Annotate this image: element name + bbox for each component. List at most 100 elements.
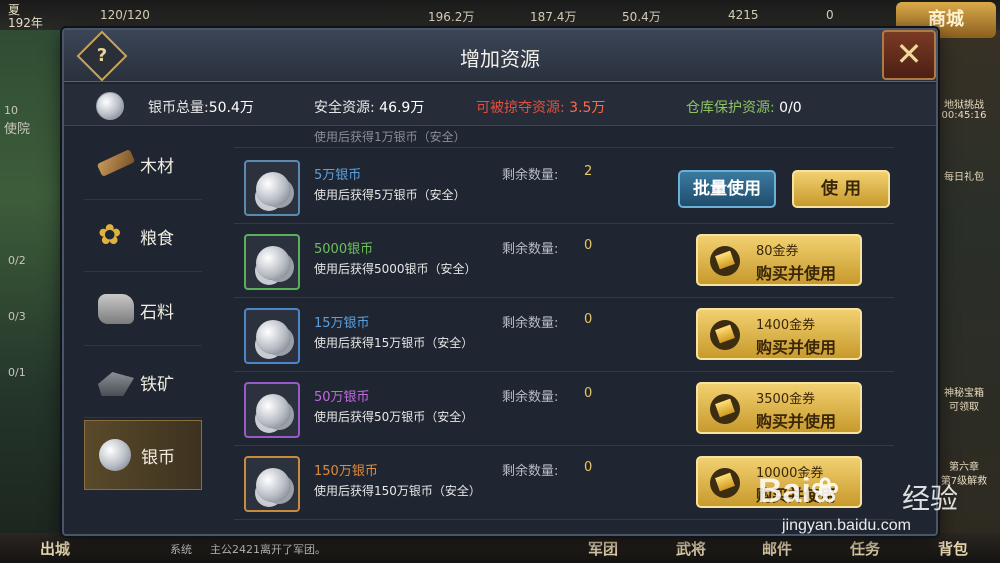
safe-resource-value: 46.9万 (379, 100, 425, 116)
partial-item-desc: 使用后获得1万银币（安全） (314, 130, 466, 144)
item-name: 5万银币 (314, 168, 362, 183)
item-thumbnail (244, 160, 300, 216)
silver-coin-icon (99, 439, 131, 471)
left-badge: 10 (4, 104, 18, 117)
lootable-resource: 可被掠夺资源: 3.5万 (476, 97, 605, 117)
category-stone-label: 石料 (140, 303, 174, 323)
buy-price: 3500金券 (756, 392, 816, 407)
nav-bag[interactable]: 背包 (938, 538, 968, 559)
list-item-partial: 使用后获得1万银币（安全） (234, 126, 894, 148)
category-wood[interactable]: 木材 (84, 130, 202, 200)
silver-coin-icon (96, 92, 124, 120)
silver-item-list[interactable]: 使用后获得1万银币（安全） 5万银币 使用后获得5万银币（安全） 剩余数量: 2… (204, 126, 932, 530)
buy-and-use-button[interactable]: 80金券 购买并使用 (696, 234, 862, 286)
silver-coins-icon (256, 320, 290, 354)
resource-gold-value: 4215 (728, 8, 759, 22)
gold-ticket-icon (710, 246, 740, 276)
dialog-header: ? 增加资源 ✕ (64, 30, 936, 82)
warehouse-protect: 仓库保护资源: 0/0 (686, 97, 802, 117)
close-button[interactable]: ✕ (882, 30, 936, 80)
year-label: 192年 (8, 16, 43, 30)
item-desc: 使用后获得5万银币（安全） (314, 188, 466, 202)
nav-go-out-city[interactable]: 出城 (40, 538, 70, 559)
buy-and-use-button[interactable]: 1400金券 购买并使用 (696, 308, 862, 360)
season-indicator: 夏 192年 (8, 4, 58, 30)
add-resource-dialog: ? 增加资源 ✕ 银币总量:50.4万 安全资源: 46.9万 可被掠夺资源: … (62, 28, 938, 536)
silver-coins-icon (256, 172, 290, 206)
baidu-jingyan-watermark: Bai❀ 经验 jingyan.baidu.com (752, 471, 992, 541)
category-food[interactable]: ✿ 粮食 (84, 202, 202, 272)
buy-price: 1400金券 (756, 318, 816, 333)
item-thumbnail (244, 382, 300, 438)
nav-generals[interactable]: 武将 (676, 538, 706, 559)
item-desc: 使用后获得150万银币（安全） (314, 484, 481, 498)
category-stone[interactable]: 石料 (84, 276, 202, 346)
resource-category-sidebar: 木材 ✿ 粮食 石料 铁矿 银币 (84, 130, 202, 490)
warehouse-protect-label: 仓库保护资源: (686, 100, 775, 116)
buy-action-label: 购买并使用 (756, 264, 837, 283)
top-resource-bar: 夏 192年 120/120 196.2万 187.4万 50.4万 4215 … (0, 0, 1000, 30)
category-silver[interactable]: 银币 (84, 420, 202, 490)
buy-action-label: 购买并使用 (756, 338, 837, 357)
gold-ticket-icon (710, 394, 740, 424)
buy-action-label: 购买并使用 (756, 412, 837, 431)
lootable-resource-label: 可被掠夺资源: (476, 100, 565, 116)
mystery-box-label[interactable]: 神秘宝箱 (934, 384, 994, 399)
category-food-label: 粮食 (140, 229, 174, 249)
watermark-logo-cn: 经验 (902, 482, 959, 515)
use-button[interactable]: 使 用 (792, 170, 890, 208)
remaining-qty-label: 剩余数量: (502, 168, 559, 183)
remaining-qty-value: 0 (584, 238, 593, 253)
remaining-qty-value: 0 (584, 460, 593, 475)
chat-system-tag: 系统 (170, 543, 192, 556)
watermark-logo-text: Bai (758, 472, 811, 510)
lootable-resource-value: 3.5万 (569, 100, 606, 116)
silver-coins-icon (256, 394, 290, 428)
close-icon: ✕ (895, 35, 923, 73)
list-item: 5000银币 使用后获得5000银币（安全） 剩余数量: 0 80金券 购买并使… (234, 226, 894, 298)
total-silver: 银币总量:50.4万 (148, 97, 254, 117)
chat-message[interactable]: 主公2421离开了军团。 (210, 541, 326, 557)
gold-ticket-icon (710, 468, 740, 498)
hp-value: 120/120 (100, 8, 150, 22)
remaining-qty-label: 剩余数量: (502, 390, 559, 405)
left-count-1: 0/2 (8, 254, 26, 267)
mystery-box-status: 可领取 (949, 402, 979, 413)
dialog-title: 增加资源 (460, 47, 540, 71)
nav-tasks[interactable]: 任务 (850, 538, 880, 559)
item-desc: 使用后获得15万银币（安全） (314, 336, 474, 350)
nav-mail[interactable]: 邮件 (762, 538, 792, 559)
iron-ore-icon (98, 372, 134, 396)
safe-resource-label: 安全资源: (314, 100, 375, 116)
list-item: 5万银币 使用后获得5万银币（安全） 剩余数量: 2 批量使用 使 用 (234, 152, 894, 224)
left-label[interactable]: 使院 (4, 118, 30, 137)
nav-legion[interactable]: 军团 (588, 538, 618, 559)
watermark-logo: Bai❀ (758, 471, 839, 511)
item-thumbnail (244, 234, 300, 290)
buy-and-use-button[interactable]: 3500金券 购买并使用 (696, 382, 862, 434)
remaining-qty-value: 0 (584, 386, 593, 401)
left-count-2: 0/3 (8, 310, 26, 323)
category-iron-label: 铁矿 (140, 375, 174, 395)
hell-challenge-label[interactable]: 地狱挑战 (934, 96, 994, 111)
silver-coins-icon (256, 468, 290, 502)
paw-icon: ❀ (810, 472, 840, 510)
gold-ticket-icon (710, 320, 740, 350)
buy-price: 80金券 (756, 244, 799, 259)
category-iron[interactable]: 铁矿 (84, 348, 202, 418)
remaining-qty-value: 0 (584, 312, 593, 327)
item-thumbnail (244, 308, 300, 364)
stone-icon (98, 294, 134, 324)
item-name: 5000银币 (314, 242, 374, 257)
item-desc: 使用后获得5000银币（安全） (314, 262, 477, 276)
item-desc: 使用后获得50万银币（安全） (314, 410, 474, 424)
resource-silver-value: 50.4万 (622, 10, 661, 24)
left-count-3: 0/1 (8, 366, 26, 379)
remaining-qty-label: 剩余数量: (502, 242, 559, 257)
batch-use-button[interactable]: 批量使用 (678, 170, 776, 208)
resource-food-value: 187.4万 (530, 10, 577, 24)
daily-gift-label[interactable]: 每日礼包 (934, 168, 994, 183)
remaining-qty-label: 剩余数量: (502, 316, 559, 331)
item-thumbnail (244, 456, 300, 512)
list-item: 50万银币 使用后获得50万银币（安全） 剩余数量: 0 3500金券 购买并使… (234, 374, 894, 446)
